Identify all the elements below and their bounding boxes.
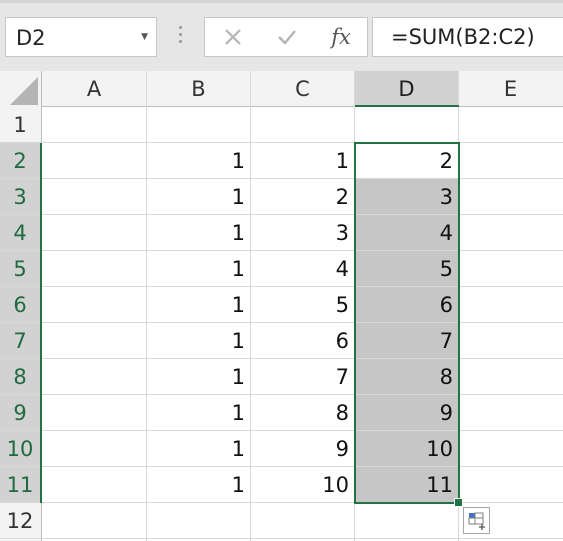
cell-B10[interactable]: 1: [147, 431, 251, 467]
formula-text: =SUM(B2:C2): [391, 25, 535, 49]
cell-A12[interactable]: [42, 503, 147, 539]
cell-D1[interactable]: [355, 107, 459, 143]
cell-E4[interactable]: [459, 215, 563, 251]
cell-C1[interactable]: [251, 107, 355, 143]
close-icon[interactable]: [208, 18, 258, 56]
row-header-5[interactable]: 5: [0, 251, 40, 286]
cell-B2[interactable]: 1: [147, 143, 251, 179]
cell-B6[interactable]: 1: [147, 287, 251, 323]
cell-A11[interactable]: [42, 467, 147, 503]
cell-E8[interactable]: [459, 359, 563, 395]
name-box-value: D2: [16, 26, 46, 50]
cell-B12[interactable]: [147, 503, 251, 539]
cell-B7[interactable]: 1: [147, 323, 251, 359]
cell-E6[interactable]: [459, 287, 563, 323]
spreadsheet-grid[interactable]: A B C D E 1 2 1 1 2 3 1 2 3 4 1 3 4 5 1 4 5 6 1 5 6 7 1 6 7 8 1 7 8 9 1 8 9 10…: [0, 71, 563, 541]
cell-A5[interactable]: [42, 251, 147, 287]
cell-B3[interactable]: 1: [147, 179, 251, 215]
cell-C4[interactable]: 3: [251, 215, 355, 251]
row-header-2[interactable]: 2: [0, 143, 40, 178]
cell-A10[interactable]: [42, 431, 147, 467]
formula-buttons: fx: [204, 17, 368, 57]
row-header-1[interactable]: 1: [0, 107, 40, 142]
cell-A7[interactable]: [42, 323, 147, 359]
cell-B8[interactable]: 1: [147, 359, 251, 395]
cell-A6[interactable]: [42, 287, 147, 323]
insert-function-button[interactable]: fx: [316, 18, 366, 56]
row-header-9[interactable]: 9: [0, 395, 40, 430]
cell-B5[interactable]: 1: [147, 251, 251, 287]
cell-B11[interactable]: 1: [147, 467, 251, 503]
cell-A3[interactable]: [42, 179, 147, 215]
formula-bar-resize-handle-icon[interactable]: [172, 26, 188, 48]
cell-A1[interactable]: [42, 107, 147, 143]
cell-E5[interactable]: [459, 251, 563, 287]
formula-input[interactable]: =SUM(B2:C2): [372, 17, 563, 57]
cell-E3[interactable]: [459, 179, 563, 215]
cell-C5[interactable]: 4: [251, 251, 355, 287]
cell-C6[interactable]: 5: [251, 287, 355, 323]
row-header-3[interactable]: 3: [0, 179, 40, 214]
cell-C7[interactable]: 6: [251, 323, 355, 359]
column-header-b[interactable]: B: [147, 71, 250, 106]
column-header-d[interactable]: D: [355, 71, 458, 106]
cell-E7[interactable]: [459, 323, 563, 359]
row-header-4[interactable]: 4: [0, 215, 40, 250]
name-box-dropdown-icon[interactable]: ▼: [141, 32, 148, 42]
cell-C12[interactable]: [251, 503, 355, 539]
row-header-8[interactable]: 8: [0, 359, 40, 394]
column-header-a[interactable]: A: [42, 71, 146, 106]
cell-C2[interactable]: 1: [251, 143, 355, 179]
cell-C10[interactable]: 9: [251, 431, 355, 467]
name-box[interactable]: D2 ▼: [5, 17, 157, 57]
cell-C11[interactable]: 10: [251, 467, 355, 503]
cell-A4[interactable]: [42, 215, 147, 251]
row-header-12[interactable]: 12: [0, 503, 40, 538]
fill-handle[interactable]: [454, 498, 463, 507]
cell-C3[interactable]: 2: [251, 179, 355, 215]
column-header-e[interactable]: E: [459, 71, 562, 106]
cell-E10[interactable]: [459, 431, 563, 467]
quick-analysis-icon[interactable]: [463, 507, 490, 534]
row-header-6[interactable]: 6: [0, 287, 40, 322]
cell-C9[interactable]: 8: [251, 395, 355, 431]
cell-A9[interactable]: [42, 395, 147, 431]
cell-E9[interactable]: [459, 395, 563, 431]
formula-bar-area: D2 ▼ fx =SUM(B2:C2): [0, 0, 563, 71]
selection-border: [354, 142, 460, 504]
cell-B9[interactable]: 1: [147, 395, 251, 431]
cell-B4[interactable]: 1: [147, 215, 251, 251]
cell-C8[interactable]: 7: [251, 359, 355, 395]
checkmark-icon[interactable]: [262, 18, 312, 56]
column-header-c[interactable]: C: [251, 71, 354, 106]
ribbon-edge: [0, 0, 563, 3]
cell-A2[interactable]: [42, 143, 147, 179]
row-header-11[interactable]: 11: [0, 467, 40, 502]
cell-E11[interactable]: [459, 467, 563, 503]
cell-E1[interactable]: [459, 107, 563, 143]
cell-D12[interactable]: [355, 503, 459, 539]
row-header-7[interactable]: 7: [0, 323, 40, 358]
fx-icon: fx: [331, 25, 351, 49]
select-all-button[interactable]: [10, 77, 38, 105]
cell-B1[interactable]: [147, 107, 251, 143]
row-header-10[interactable]: 10: [0, 431, 40, 466]
cell-A8[interactable]: [42, 359, 147, 395]
cell-E2[interactable]: [459, 143, 563, 179]
row-selection-indicator: [40, 143, 42, 503]
